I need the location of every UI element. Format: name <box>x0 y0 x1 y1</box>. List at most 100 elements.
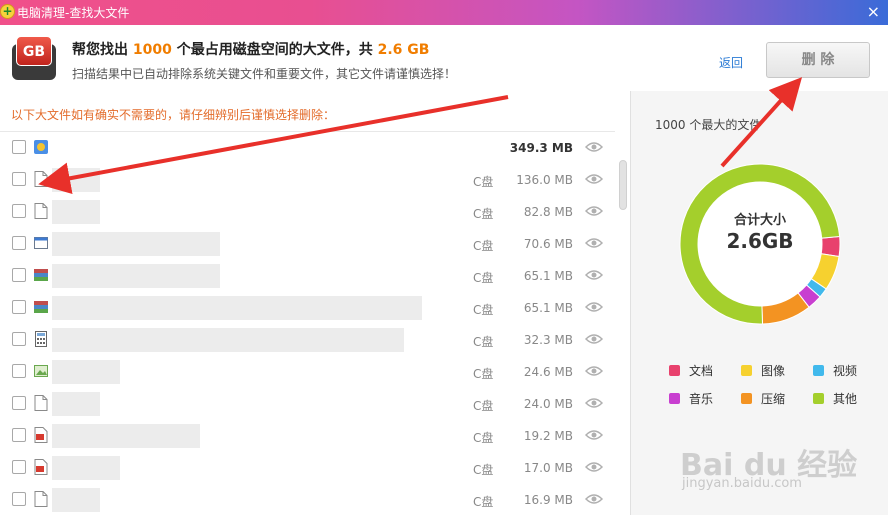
file-drive: C盘 <box>473 175 494 189</box>
legend-swatch <box>813 365 824 376</box>
file-row[interactable]: C盘 24.6 MB <box>0 356 615 388</box>
blurred-filename <box>52 424 200 448</box>
preview-eye-icon[interactable] <box>584 173 604 185</box>
file-row[interactable]: C盘 136.0 MB <box>0 164 615 196</box>
close-icon[interactable]: × <box>867 2 880 21</box>
preview-eye-icon[interactable] <box>584 493 604 505</box>
total-size-label: 合计大小 <box>733 213 786 228</box>
file-row[interactable]: C盘 16.9 MB <box>0 484 615 515</box>
pdf-icon <box>34 459 48 475</box>
file-drive: C盘 <box>473 303 494 317</box>
legend-swatch <box>741 365 752 376</box>
file-checkbox[interactable] <box>12 140 26 154</box>
header: GB 帮您找出 1000 个最占用磁盘空间的大文件，共 2.6 GB 扫描结果中… <box>0 25 888 90</box>
file-checkbox[interactable] <box>12 172 26 186</box>
legend-swatch <box>669 393 680 404</box>
preview-eye-icon[interactable] <box>584 461 604 473</box>
file-size: 65.1 MB <box>523 269 573 283</box>
warning-text: 以下大文件如有确实不需要的，请仔细辨别后谨慎选择删除： <box>11 108 336 122</box>
preview-eye-icon[interactable] <box>584 269 604 281</box>
file-checkbox[interactable] <box>12 268 26 282</box>
headline-subtext: 扫描结果中已自动排除系统关键文件和重要文件，其它文件请谨慎选择！ <box>72 67 457 81</box>
preview-eye-icon[interactable] <box>584 397 604 409</box>
preview-eye-icon[interactable] <box>584 205 604 217</box>
archive-icon <box>34 267 48 283</box>
file-checkbox[interactable] <box>12 460 26 474</box>
blurred-filename <box>52 296 422 320</box>
legend-label: 其他 <box>833 392 858 406</box>
file-row[interactable]: 349.3 MB <box>0 132 615 164</box>
file-drive: C盘 <box>473 495 494 509</box>
blurred-filename <box>52 200 100 224</box>
preview-eye-icon[interactable] <box>584 429 604 441</box>
blurred-filename <box>52 456 120 480</box>
preview-eye-icon[interactable] <box>584 141 604 153</box>
file-size: 19.2 MB <box>523 429 573 443</box>
legend-label: 压缩 <box>761 392 786 406</box>
file-row[interactable]: C盘 82.8 MB <box>0 196 615 228</box>
file-checkbox[interactable] <box>12 332 26 346</box>
blurred-filename <box>52 168 100 192</box>
app-icon <box>34 139 48 155</box>
preview-eye-icon[interactable] <box>584 301 604 313</box>
archive-icon <box>34 299 48 315</box>
watermark-url: jingyan.baidu.com <box>682 476 802 491</box>
preview-eye-icon[interactable] <box>584 333 604 345</box>
file-icon <box>34 395 48 411</box>
blurred-filename <box>52 232 220 256</box>
blurred-filename <box>52 328 404 352</box>
back-link[interactable]: 返回 <box>719 54 743 71</box>
file-drive: C盘 <box>473 207 494 221</box>
legend-item: 音乐 <box>669 390 713 407</box>
legend-swatch <box>741 393 752 404</box>
title-bar: + 电脑清理-查找大文件 × <box>0 0 888 25</box>
file-checkbox[interactable] <box>12 300 26 314</box>
legend-swatch <box>813 393 824 404</box>
legend-item: 文档 <box>669 362 713 379</box>
app-window: + 电脑清理-查找大文件 × GB 帮您找出 1000 个最占用磁盘空间的大文件… <box>0 0 888 515</box>
file-row[interactable]: C盘 24.0 MB <box>0 388 615 420</box>
file-checkbox[interactable] <box>12 204 26 218</box>
file-row[interactable]: C盘 32.3 MB <box>0 324 615 356</box>
image-icon <box>34 363 48 379</box>
file-size: 32.3 MB <box>523 333 573 347</box>
window-title: 电脑清理-查找大文件 <box>17 6 130 20</box>
file-size: 136.0 MB <box>516 173 573 187</box>
legend-label: 音乐 <box>689 392 714 406</box>
legend-item: 压缩 <box>741 390 785 407</box>
scrollbar[interactable] <box>619 160 627 210</box>
blurred-filename <box>52 360 120 384</box>
file-checkbox[interactable] <box>12 492 26 506</box>
blurred-filename <box>52 488 100 512</box>
legend-item: 图像 <box>741 362 785 379</box>
file-checkbox[interactable] <box>12 396 26 410</box>
file-row[interactable]: C盘 65.1 MB <box>0 292 615 324</box>
file-size: 17.0 MB <box>523 461 573 475</box>
blurred-filename <box>52 392 100 416</box>
file-drive: C盘 <box>473 399 494 413</box>
file-size: 16.9 MB <box>523 493 573 507</box>
file-checkbox[interactable] <box>12 428 26 442</box>
file-row[interactable]: C盘 65.1 MB <box>0 260 615 292</box>
gb-disk-icon: GB <box>12 36 56 80</box>
legend-label: 文档 <box>689 364 714 378</box>
preview-eye-icon[interactable] <box>584 237 604 249</box>
preview-eye-icon[interactable] <box>584 365 604 377</box>
summary-title: 1000 个最大的文件 <box>655 118 762 132</box>
legend-label: 图像 <box>761 364 786 378</box>
file-count: 1000 <box>132 42 172 58</box>
file-list: 349.3 MB C盘 136.0 MB C盘 82.8 MB C盘 70.6 MB C盘 65… <box>0 131 615 515</box>
total-size-value: 2.6GB <box>726 229 794 253</box>
pdf-icon <box>34 427 48 443</box>
file-drive: C盘 <box>473 431 494 445</box>
legend-item: 视频 <box>813 362 857 379</box>
file-checkbox[interactable] <box>12 236 26 250</box>
file-row[interactable]: C盘 70.6 MB <box>0 228 615 260</box>
file-row[interactable]: C盘 17.0 MB <box>0 452 615 484</box>
file-checkbox[interactable] <box>12 364 26 378</box>
delete-button[interactable]: 删 除 <box>766 42 870 78</box>
file-row[interactable]: C盘 19.2 MB <box>0 420 615 452</box>
file-drive: C盘 <box>473 271 494 285</box>
headline: 帮您找出 1000 个最占用磁盘空间的大文件，共 2.6 GB <box>72 39 429 59</box>
file-drive: C盘 <box>473 367 494 381</box>
